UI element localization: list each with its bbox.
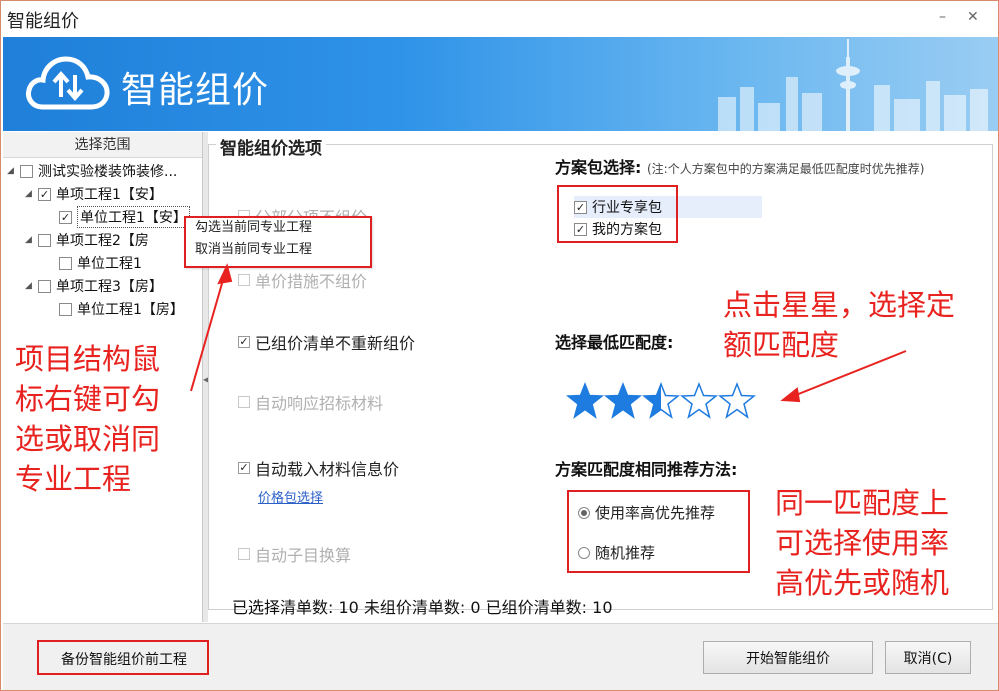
checkbox[interactable] <box>238 274 250 286</box>
tree-item-label: 单位工程1【安】 <box>77 206 190 228</box>
annotation-box-context-menu <box>184 216 372 268</box>
tree-item-label: 单位工程1【房】 <box>77 302 184 318</box>
star-icon[interactable] <box>566 382 604 420</box>
annotation-tree-tip: 项目结构鼠 标右键可勾 选或取消同 专业工程 <box>15 339 160 499</box>
annotation-box-backup <box>37 640 209 675</box>
tree-item-label: 单项工程2【房 <box>56 233 149 249</box>
checkbox-checked[interactable]: ✓ <box>59 210 72 224</box>
option-label: 自动子目换算 <box>255 546 352 565</box>
annotation-stars-tip: 点击星星，选择定 额匹配度 <box>723 285 955 365</box>
collapse-icon[interactable]: ◢ <box>25 235 35 245</box>
annotation-line: 可选择使用率 <box>775 526 950 560</box>
summary-counts: 已选择清单数: 10 未组价清单数: 0 已组价清单数: 10 <box>232 598 613 617</box>
package-heading: 方案包选择: (注:个人方案包中的方案满足最低匹配度时优先推荐) <box>555 154 924 178</box>
start-button[interactable]: 开始智能组价 <box>703 641 873 674</box>
checkbox[interactable] <box>238 548 250 560</box>
scope-panel-header: 选择范围 <box>3 132 202 158</box>
tree-item-project[interactable]: ◢ 测试实验楼装饰装修... <box>7 160 177 182</box>
star-icon[interactable] <box>718 382 756 420</box>
star-icon[interactable] <box>604 382 642 420</box>
annotation-line: 专业工程 <box>15 462 132 496</box>
package-note: (注:个人方案包中的方案满足最低匹配度时优先推荐) <box>646 162 925 176</box>
option-no-pricing-unit-measures[interactable]: 单价措施不组价 <box>238 268 367 292</box>
city-skyline-image <box>718 39 988 131</box>
tree-item-label: 单项工程1【安】 <box>56 187 163 203</box>
recommend-title: 方案匹配度相同推荐方法: <box>555 460 738 479</box>
tree-item-single-project-3[interactable]: ◢ 单项工程3【房】 <box>25 275 163 297</box>
banner: 智能组价 <box>3 37 998 131</box>
annotation-line: 同一匹配度上 <box>775 486 950 520</box>
collapse-icon[interactable]: ◢ <box>7 166 17 176</box>
collapse-icon[interactable]: ◢ <box>25 189 35 199</box>
star-rating[interactable] <box>566 382 756 420</box>
checkbox[interactable] <box>59 302 72 316</box>
checkbox-checked[interactable]: ✓ <box>38 187 51 201</box>
package-title: 方案包选择: <box>555 158 642 177</box>
annotation-line: 额匹配度 <box>723 328 840 362</box>
annotation-line: 标右键可勾 <box>15 382 161 416</box>
checkbox[interactable] <box>238 396 250 408</box>
window-title: 智能组价 <box>7 11 79 32</box>
option-label: 自动响应招标材料 <box>255 394 384 413</box>
option-label: 已组价清单不重新组价 <box>255 334 416 353</box>
checkbox-checked[interactable]: ✓ <box>238 462 250 474</box>
tree-item-label: 单项工程3【房】 <box>56 279 163 295</box>
options-group-title: 智能组价选项 <box>216 134 326 159</box>
checkbox[interactable] <box>59 256 72 270</box>
annotation-line: 点击星星，选择定 <box>723 288 956 322</box>
annotation-box-recommend <box>567 490 750 573</box>
collapse-icon[interactable]: ◢ <box>25 281 35 291</box>
cancel-button[interactable]: 取消(C) <box>885 641 971 674</box>
option-auto-load-material-price[interactable]: ✓ 自动载入材料信息价 <box>238 456 399 480</box>
checkbox[interactable] <box>38 233 51 247</box>
checkbox[interactable] <box>38 279 51 293</box>
checkbox[interactable] <box>20 164 33 178</box>
cloud-upload-download-icon <box>26 56 110 110</box>
tree-item-single-project-2[interactable]: ◢ 单项工程2【房 <box>25 229 149 251</box>
annotation-recommend-tip: 同一匹配度上 可选择使用率 高优先或随机 <box>775 483 949 603</box>
tree-item-unit-project-3[interactable]: 单位工程1【房】 <box>59 298 184 320</box>
title-bar: 智能组价 – ✕ <box>1 1 998 37</box>
match-title: 选择最低匹配度: <box>555 333 674 352</box>
annotation-line: 高优先或随机 <box>775 566 950 600</box>
tree-item-single-project-1[interactable]: ◢ ✓ 单项工程1【安】 <box>25 183 163 205</box>
option-skip-priced[interactable]: ✓ 已组价清单不重新组价 <box>238 330 415 354</box>
annotation-box-packages <box>557 185 678 243</box>
tree-item-label: 单位工程1 <box>77 256 142 272</box>
tree-item-unit-project-2[interactable]: 单位工程1 <box>59 252 142 274</box>
option-auto-respond-materials[interactable]: 自动响应招标材料 <box>238 390 383 414</box>
smart-pricing-dialog: 智能组价 – ✕ 智能组价 选择范围 ◢ 测试实验楼装饰装修... ◢ ✓ 单项… <box>0 0 999 691</box>
annotation-line: 选或取消同 <box>15 422 161 456</box>
star-icon[interactable] <box>642 382 680 420</box>
price-package-link[interactable]: 价格包选择 <box>258 487 323 506</box>
close-icon[interactable]: ✕ <box>967 9 979 25</box>
minimize-icon[interactable]: – <box>939 9 946 25</box>
tree-item-unit-project-1[interactable]: ✓ 单位工程1【安】 <box>59 206 190 228</box>
option-label: 自动载入材料信息价 <box>255 460 400 479</box>
option-auto-sub-conversion[interactable]: 自动子目换算 <box>238 542 351 566</box>
banner-title: 智能组价 <box>121 70 270 111</box>
star-icon[interactable] <box>680 382 718 420</box>
option-label: 单价措施不组价 <box>255 272 368 291</box>
annotation-line: 项目结构鼠 <box>15 342 161 376</box>
tree-item-label: 测试实验楼装饰装修... <box>38 164 178 180</box>
checkbox-checked[interactable]: ✓ <box>238 336 250 348</box>
